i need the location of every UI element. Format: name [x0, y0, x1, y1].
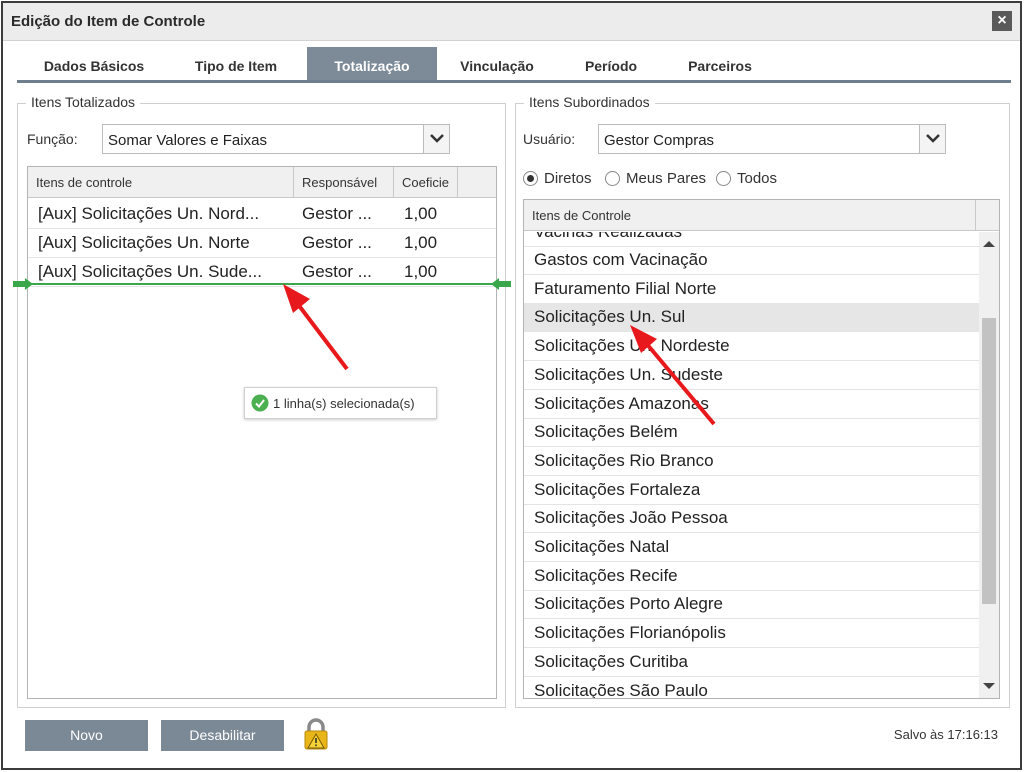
drop-indicator [13, 283, 511, 285]
radio-label: Diretos [544, 170, 592, 187]
itens-subordinados-list: Itens de Controle Vacinas Realizadas Gas… [523, 199, 1000, 699]
itens-subordinados-legend: Itens Subordinados [524, 94, 655, 110]
tab-periodo[interactable]: Período [557, 47, 665, 80]
list-item[interactable]: Solicitações Belém [524, 418, 979, 448]
list-item-label: Solicitações Amazonas [534, 393, 709, 413]
usuario-label: Usuário: [523, 131, 576, 147]
col-itens-de-controle[interactable]: Itens de Controle [524, 200, 976, 231]
list-item[interactable]: Solicitações Amazonas [524, 390, 979, 419]
list-item[interactable]: Solicitações São Paulo [524, 677, 979, 699]
list-item[interactable]: Vacinas Realizadas [524, 232, 979, 247]
desabilitar-button[interactable]: Desabilitar [161, 720, 284, 751]
lock-warning-icon[interactable] [301, 717, 331, 753]
grid-header: Itens de controle Responsável Coeficie [28, 167, 496, 198]
funcao-select[interactable]: Somar Valores e Faixas [102, 124, 450, 154]
funcao-value: Somar Valores e Faixas [108, 132, 267, 149]
chevron-down-icon[interactable] [919, 125, 945, 153]
radio-label: Meus Pares [626, 170, 707, 187]
list-item[interactable]: Solicitações Un. Sudeste [524, 361, 979, 390]
list-item[interactable]: Solicitações Fortaleza [524, 476, 979, 505]
cell-responsavel: Gestor ... [302, 233, 372, 252]
list-item[interactable]: Solicitações Curitiba [524, 648, 979, 677]
scroll-thumb[interactable] [982, 318, 996, 604]
radio-circle[interactable] [523, 171, 538, 186]
cell-coeficiente: 1,00 [404, 204, 438, 223]
scroll-down-icon[interactable] [983, 682, 995, 690]
list-item[interactable]: Solicitações Natal [524, 533, 979, 562]
col-coeficiente[interactable]: Coeficie [394, 167, 458, 198]
tab-bar: Dados Básicos Tipo de Item Totalização V… [17, 47, 1011, 83]
table-row[interactable]: [Aux] Solicitações Un. Nord... Gestor ..… [28, 200, 496, 229]
novo-button[interactable]: Novo [25, 720, 148, 751]
radio-label: Todos [737, 170, 778, 187]
list-body: Vacinas Realizadas Gastos com Vacinação F… [524, 232, 979, 698]
cell-responsavel: Gestor ... [302, 262, 372, 281]
col-itens-de-controle[interactable]: Itens de controle [28, 167, 294, 198]
scroll-up-icon[interactable] [983, 240, 995, 248]
close-icon[interactable]: × [992, 11, 1012, 31]
itens-totalizados-grid: Itens de controle Responsável Coeficie [… [27, 166, 497, 699]
list-item[interactable]: Solicitações Rio Branco [524, 447, 979, 476]
list-item[interactable]: Solicitações Porto Alegre [524, 590, 979, 620]
list-item-label: Solicitações Curitiba [534, 651, 689, 671]
list-item-label: Faturamento Filial Norte [534, 278, 717, 298]
list-item-label: Solicitações Natal [534, 537, 670, 556]
list-item-label: Solicitações Fortaleza [534, 479, 701, 499]
dialog-window: Edição do Item de Controle × Dados Básic… [1, 1, 1022, 770]
list-item[interactable]: Solicitações Recife [524, 562, 979, 591]
itens-totalizados-legend: Itens Totalizados [26, 94, 141, 110]
list-item[interactable]: Faturamento Filial Norte [524, 275, 979, 304]
list-scrollbar[interactable] [979, 232, 999, 698]
list-item-label: Solicitações Un. Sul [534, 307, 686, 327]
list-item-label: Solicitações Recife [534, 565, 678, 585]
list-item[interactable]: Solicitações Un. Sul [524, 303, 979, 333]
tab-tipo-de-item[interactable]: Tipo de Item [171, 47, 301, 80]
tab-totalizacao[interactable]: Totalização [307, 47, 437, 80]
list-item[interactable]: Solicitações Florianópolis [524, 619, 979, 649]
radio-circle[interactable] [605, 171, 620, 186]
list-item-label: Solicitações João Pessoa [534, 508, 728, 528]
cell-item: [Aux] Solicitações Un. Norte [38, 233, 250, 252]
tab-dados-basicos[interactable]: Dados Básicos [17, 47, 171, 80]
funcao-label: Função: [27, 131, 78, 147]
usuario-value: Gestor Compras [604, 132, 715, 149]
tooltip-text: 1 linha(s) selecionada(s) [273, 396, 415, 411]
list-header: Itens de Controle [524, 200, 999, 231]
table-row[interactable]: [Aux] Solicitações Un. Norte Gestor ... … [28, 229, 496, 258]
list-item-label: Solicitações Florianópolis [534, 623, 726, 643]
list-item[interactable]: Solicitações João Pessoa [524, 504, 979, 534]
list-item-label: Solicitações São Paulo [534, 680, 708, 699]
col-responsavel[interactable]: Responsável [294, 167, 394, 198]
selection-tooltip: 1 linha(s) selecionada(s) [244, 387, 437, 419]
check-circle-icon [251, 394, 269, 412]
title-bar: Edição do Item de Controle × [3, 3, 1020, 41]
list-item-label: Vacinas Realizadas [534, 232, 682, 242]
cell-item: [Aux] Solicitações Un. Nord... [38, 204, 260, 223]
tab-vinculacao[interactable]: Vinculação [437, 47, 557, 80]
list-item-label: Solicitações Porto Alegre [534, 594, 723, 614]
cell-coeficiente: 1,00 [404, 262, 438, 281]
drop-arrow-left-icon [13, 278, 33, 290]
usuario-select[interactable]: Gestor Compras [598, 124, 946, 154]
chevron-down-icon[interactable] [423, 125, 449, 153]
list-item-label: Solicitações Belém [534, 422, 678, 442]
list-item[interactable]: Solicitações Un. Nordeste [524, 332, 979, 362]
cell-responsavel: Gestor ... [302, 204, 372, 223]
drop-arrow-right-icon [491, 278, 511, 290]
list-item-label: Solicitações Rio Branco [534, 450, 714, 470]
tab-parceiros[interactable]: Parceiros [665, 47, 775, 80]
list-item-label: Solicitações Un. Nordeste [534, 336, 730, 356]
list-item-label: Solicitações Un. Sudeste [534, 364, 723, 384]
dialog-title: Edição do Item de Controle [11, 13, 206, 30]
save-status: Salvo às 17:16:13 [893, 727, 998, 742]
cell-coeficiente: 1,00 [404, 233, 438, 252]
list-item-label: Gastos com Vacinação [534, 250, 708, 269]
list-item[interactable]: Gastos com Vacinação [524, 246, 979, 275]
radio-circle[interactable] [716, 171, 731, 186]
cell-item: [Aux] Solicitações Un. Sude... [38, 262, 262, 281]
